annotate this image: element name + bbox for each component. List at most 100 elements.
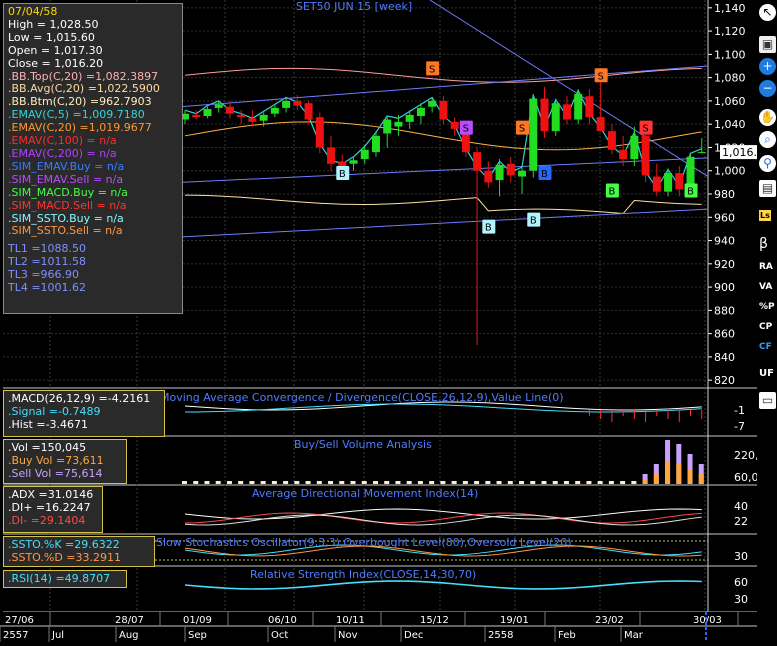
adx-legend: .ADX =31.0146 .DI+ =16.2247 .DI- =29.140… bbox=[3, 486, 103, 533]
candle-body bbox=[450, 121, 459, 129]
toolbar-box-button[interactable]: ▭ bbox=[759, 392, 776, 409]
adx-tick-label: 40 bbox=[734, 500, 748, 513]
info-low: Low = 1,015.60 bbox=[8, 30, 95, 44]
adx-title: Average Directional Movement Index(14) bbox=[252, 487, 479, 500]
signal-label: S bbox=[519, 124, 525, 135]
toolbar-ls-label[interactable]: Ls bbox=[759, 210, 771, 221]
signal-label: B bbox=[339, 169, 346, 180]
signal-label: B bbox=[541, 169, 548, 180]
info-open: Open = 1,017.30 bbox=[8, 43, 103, 57]
candle-body bbox=[551, 103, 560, 132]
toolbar-percent-label[interactable]: %P bbox=[759, 302, 775, 312]
box-icon: ▣ bbox=[761, 37, 774, 51]
candle-body bbox=[394, 121, 403, 127]
toolbar-save-button[interactable]: ▤ bbox=[759, 180, 776, 197]
info-sim-ssto-sell: .SIM_SSTO.Sell = n/a bbox=[8, 224, 123, 238]
volume-bar bbox=[451, 481, 457, 484]
candle-body bbox=[293, 100, 302, 106]
price-tick-label: 1,000 bbox=[714, 165, 746, 178]
toolbar-minus-button[interactable]: − bbox=[759, 80, 776, 97]
toolbar-ra-label[interactable]: RA bbox=[759, 262, 773, 272]
toolbar-plus-button[interactable]: + bbox=[759, 58, 776, 75]
volume-legend: .Vol =150,045 .Buy Vol =73,611 .Sell Vol… bbox=[3, 439, 127, 484]
toolbar-magnify-button[interactable]: ⌕ bbox=[759, 131, 776, 148]
volume-buy-bar bbox=[687, 469, 693, 484]
candle-body bbox=[383, 119, 392, 134]
volume-buy-bar bbox=[676, 464, 682, 484]
minus-icon: − bbox=[762, 81, 773, 95]
volume-bar bbox=[339, 481, 345, 484]
toolbar-cursor-button[interactable]: ↖ bbox=[759, 4, 776, 21]
volume-bar bbox=[519, 481, 525, 484]
volume-bar bbox=[238, 481, 244, 484]
toolbar-search-button[interactable]: ⚲ bbox=[759, 155, 776, 172]
date-tick-label: 15/12 bbox=[420, 615, 449, 626]
info-high: High = 1,028.50 bbox=[8, 17, 99, 31]
toolbar-va-label[interactable]: VA bbox=[759, 282, 772, 292]
candle-body bbox=[214, 104, 223, 108]
volume-bar bbox=[530, 481, 536, 484]
candle-body bbox=[562, 104, 571, 120]
toolbar-uf-label[interactable]: UF bbox=[759, 368, 774, 379]
candle-body bbox=[439, 100, 448, 120]
volume-bar bbox=[395, 481, 401, 484]
candle-body bbox=[675, 173, 684, 190]
toolbar-pan-button[interactable]: ✋ bbox=[759, 109, 776, 126]
volume-bar bbox=[249, 481, 255, 484]
candle-body bbox=[607, 131, 616, 150]
info-sim-macd-buy: .SIM_MACD.Buy = n/a bbox=[8, 185, 128, 199]
volume-bar bbox=[496, 481, 502, 484]
volume-bar bbox=[350, 481, 356, 484]
rsi-legend: .RSI(14) =49.8707 bbox=[3, 570, 127, 588]
candle-body bbox=[360, 149, 369, 160]
volume-bar bbox=[474, 481, 480, 484]
arrow-icon: ↖ bbox=[762, 5, 773, 19]
volume-buy-bar bbox=[698, 474, 704, 484]
search-icon: ⚲ bbox=[763, 156, 772, 170]
adx-value: .ADX =31.0146 bbox=[8, 488, 94, 501]
volume-buy-bar bbox=[653, 474, 659, 484]
candle-body bbox=[529, 98, 538, 171]
macd-tick-label: -7 bbox=[734, 420, 745, 433]
volume-bar bbox=[260, 481, 266, 484]
chart-title: SET50 JUN 15 [week] bbox=[296, 0, 413, 13]
ssto-k: .SSTO.%K =29.6322 bbox=[8, 538, 120, 551]
rsi-tick-label: 60 bbox=[734, 576, 748, 589]
candle-body bbox=[428, 100, 437, 107]
month-tick-label: Aug bbox=[119, 630, 139, 641]
price-tick-label: 920 bbox=[714, 258, 735, 271]
volume-bar bbox=[563, 481, 569, 484]
month-tick-label: 2557 bbox=[3, 630, 28, 641]
toolbar-zoom-fit-button[interactable]: ▣ bbox=[759, 36, 776, 53]
price-tick-label: 1,100 bbox=[714, 48, 746, 61]
ssto-tick-label: 30 bbox=[734, 550, 748, 563]
toolbar-cf-label[interactable]: CF bbox=[759, 342, 772, 352]
candle-body bbox=[416, 107, 425, 117]
candle-body bbox=[259, 114, 268, 121]
candle-body bbox=[282, 100, 291, 108]
macd-hist: .Hist =-3.4671 bbox=[8, 417, 89, 431]
candle-body bbox=[518, 170, 527, 177]
volume-bar bbox=[384, 481, 390, 484]
signal-label: B bbox=[530, 216, 537, 227]
toolbar-beta-label[interactable]: β bbox=[759, 236, 768, 252]
candle-body bbox=[697, 152, 706, 154]
toolbar-cp-label[interactable]: CP bbox=[759, 322, 772, 332]
macd-signal: .Signal =-0.7489 bbox=[8, 404, 101, 418]
info-sim-macd-sell: .SIM_MACD.Sell = n/a bbox=[8, 198, 127, 212]
signal-label: B bbox=[687, 187, 694, 198]
date-tick-label: 27/06 bbox=[5, 615, 34, 626]
date-tick-label: 30/03 bbox=[693, 615, 722, 626]
ssto-title: Slow Stochastics Oscillator(9,3,3),Overb… bbox=[156, 536, 572, 549]
volume-bar bbox=[586, 481, 592, 484]
candle-body bbox=[484, 170, 493, 183]
date-axis-background bbox=[0, 612, 757, 642]
volume-bar bbox=[305, 481, 311, 484]
volume-bar bbox=[552, 481, 558, 484]
candle-body bbox=[349, 160, 358, 164]
macd-title: Moving Average Convergence / Divergence(… bbox=[160, 391, 564, 404]
square-icon: ▭ bbox=[761, 393, 774, 407]
candle-body bbox=[473, 152, 482, 171]
candle-body bbox=[652, 176, 661, 192]
rsi-tick-label: 30 bbox=[734, 593, 748, 606]
